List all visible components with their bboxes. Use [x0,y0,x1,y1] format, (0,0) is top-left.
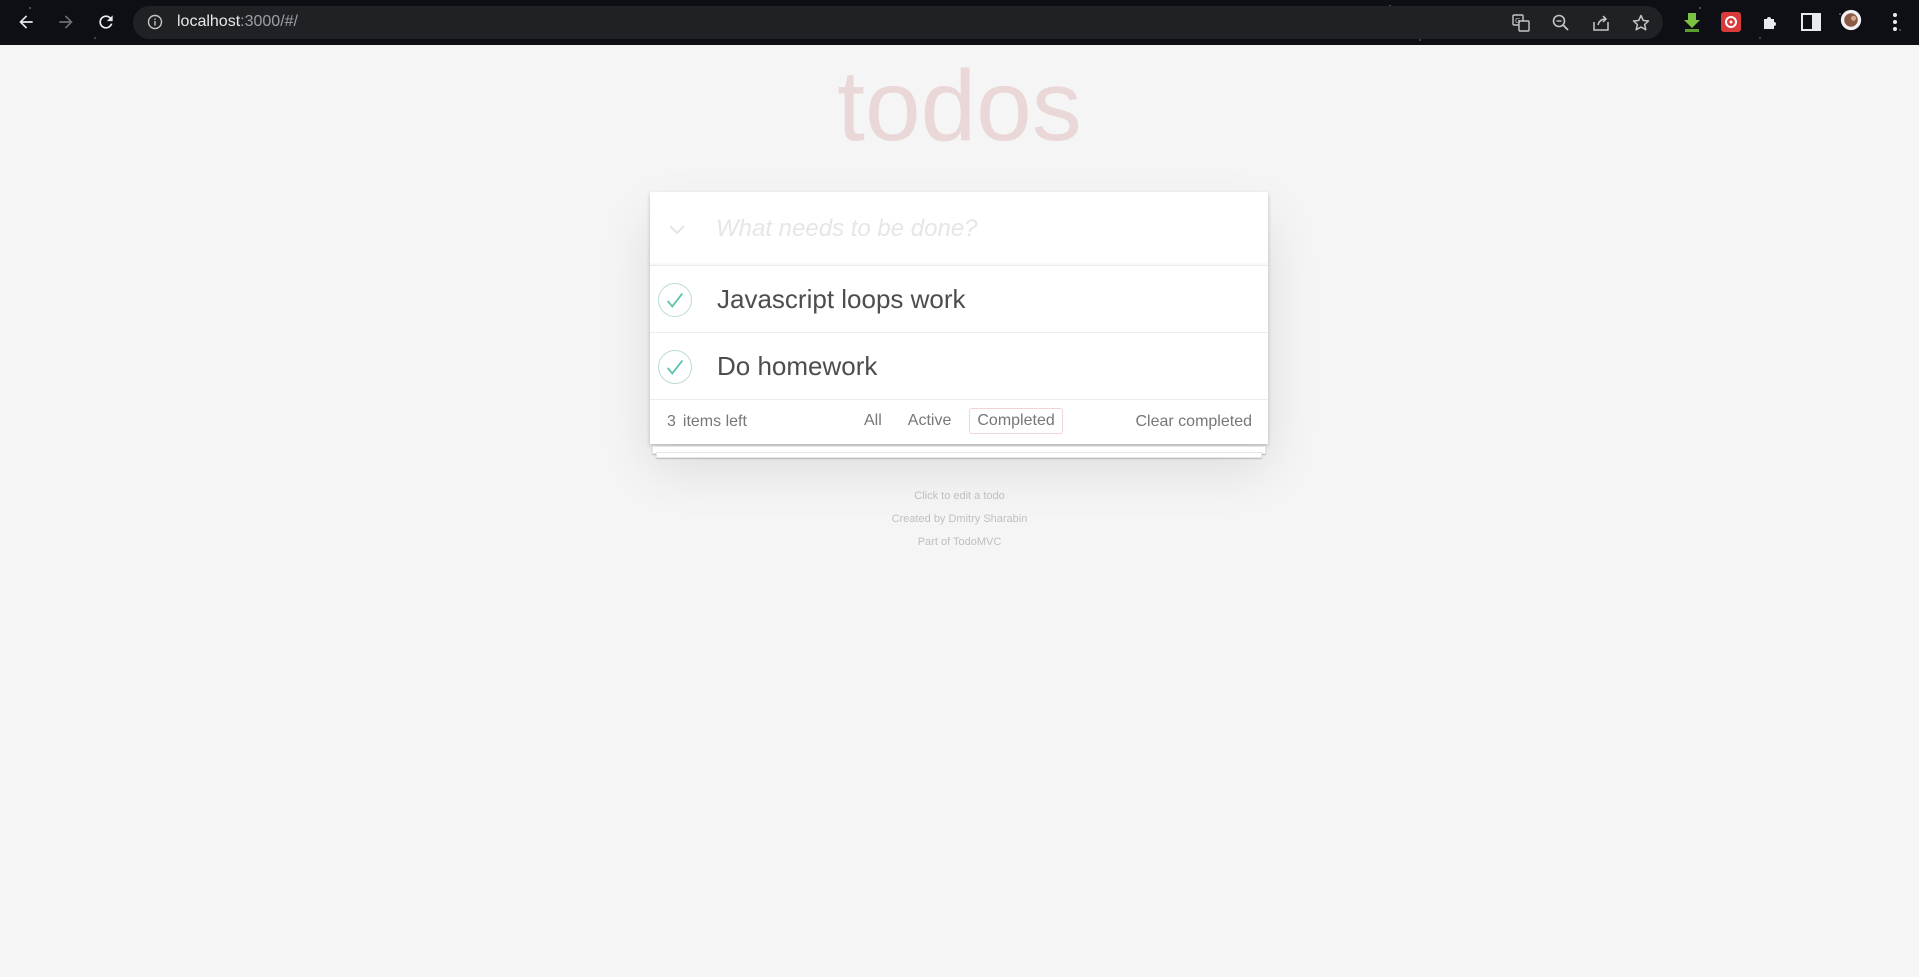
translate-icon[interactable]: G [1511,13,1531,33]
browser-toolbar: localhost:3000/#/ G [0,0,1919,45]
address-bar[interactable]: localhost:3000/#/ G [133,6,1663,39]
avatar[interactable] [1840,9,1866,35]
reload-icon[interactable] [92,8,120,36]
filter-completed[interactable]: Completed [969,408,1063,434]
svg-text:G: G [1515,17,1520,25]
todo-label[interactable]: Javascript loops work [717,284,966,314]
info-icon[interactable] [147,14,163,30]
toggle-all-icon[interactable] [664,216,694,246]
zoom-icon[interactable] [1551,13,1571,33]
info-footer: Click to edit a todo Created by Dmitry S… [0,485,1919,554]
todo-label[interactable]: Do homework [717,351,877,381]
todo-toggle-checkbox[interactable] [658,350,692,384]
stack-shadow [656,452,1262,458]
url-path: :3000/#/ [240,13,298,30]
todo-count: 3 items left [667,413,747,431]
clear-completed-button[interactable]: Clear completed [1136,413,1253,431]
todo-item[interactable]: Javascript loops work [650,266,1268,333]
url-text[interactable]: localhost:3000/#/ [177,13,298,31]
todo-footer: 3 items left All Active Completed Clear c… [650,400,1268,444]
star-icon[interactable] [1631,13,1651,33]
checkmark-icon [666,293,684,308]
todo-app: Javascript loops work Do homework 3 items… [650,192,1268,444]
app-title: todos [837,50,1082,162]
info-todomvc[interactable]: Part of TodoMVC [0,531,1919,554]
side-panel-icon[interactable] [1800,11,1822,33]
back-icon[interactable] [12,8,40,36]
extension-red-icon[interactable] [1720,11,1742,33]
todo-count-label: items left [682,413,747,430]
download-extension-icon[interactable] [1681,11,1703,33]
info-edit-hint: Click to edit a todo [914,490,1005,502]
url-host: localhost [177,13,241,30]
filter-all[interactable]: All [856,408,890,434]
new-todo-input[interactable] [716,208,1246,250]
menu-icon[interactable] [1884,11,1906,33]
todo-count-number: 3 [667,413,676,430]
todo-toggle-checkbox[interactable] [658,283,692,317]
todo-item[interactable]: Do homework [650,333,1268,400]
forward-icon[interactable] [52,8,80,36]
filter-active[interactable]: Active [900,408,960,434]
todo-header [650,192,1268,266]
share-icon[interactable] [1591,13,1611,33]
checkmark-icon [666,360,684,375]
filters: All Active Completed [856,408,1063,434]
info-credits[interactable]: Created by Dmitry Sharabin [0,508,1919,531]
puzzle-icon[interactable] [1760,11,1782,33]
